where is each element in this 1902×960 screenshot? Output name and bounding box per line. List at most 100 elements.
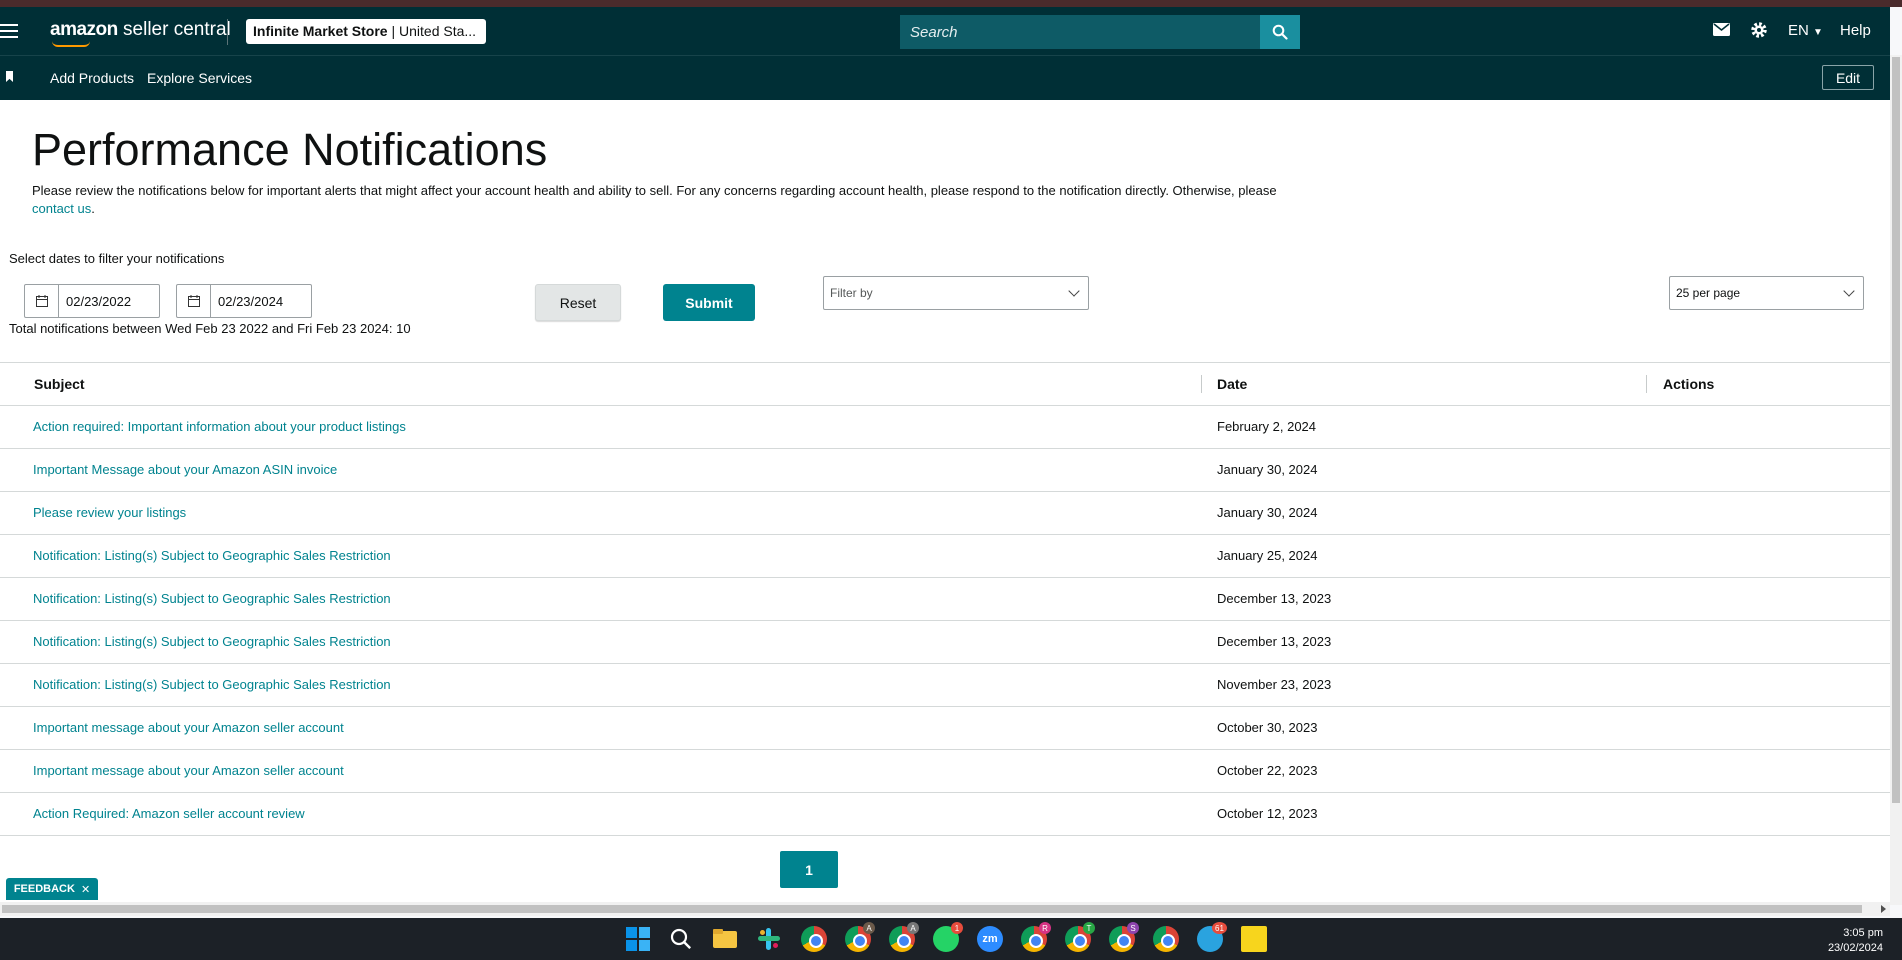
date-filter-label: Select dates to filter your notification… bbox=[9, 251, 225, 266]
page-intro: Please review the notifications below fo… bbox=[32, 183, 1277, 216]
caret-down-icon: ▼ bbox=[1813, 27, 1823, 38]
language-selector[interactable]: EN ▼ bbox=[1788, 22, 1823, 39]
search-icon bbox=[1272, 24, 1288, 40]
notification-subject-link[interactable]: Important message about your Amazon sell… bbox=[33, 720, 344, 735]
table-row: Important message about your Amazon sell… bbox=[0, 750, 1890, 793]
date-to-value[interactable]: 02/23/2024 bbox=[211, 285, 290, 317]
nav-add-products[interactable]: Add Products bbox=[50, 70, 134, 86]
help-link[interactable]: Help bbox=[1840, 22, 1871, 39]
scrollbar-thumb[interactable] bbox=[2, 905, 1862, 913]
table-row: Important message about your Amazon sell… bbox=[0, 707, 1890, 750]
contact-us-link[interactable]: contact us bbox=[32, 201, 91, 216]
file-explorer-icon[interactable] bbox=[712, 926, 738, 952]
filter-by-select[interactable]: Filter by bbox=[823, 276, 1089, 310]
date-from-value[interactable]: 02/23/2022 bbox=[59, 285, 138, 317]
table-row: Notification: Listing(s) Subject to Geog… bbox=[0, 621, 1890, 664]
calendar-icon[interactable] bbox=[177, 285, 211, 317]
notification-date: January 30, 2024 bbox=[1217, 462, 1318, 477]
table-row: Important Message about your Amazon ASIN… bbox=[0, 449, 1890, 492]
notification-date: December 13, 2023 bbox=[1217, 634, 1332, 649]
mail-icon[interactable] bbox=[1713, 23, 1730, 36]
notification-subject-link[interactable]: Please review your listings bbox=[33, 505, 186, 520]
nav-explore-services[interactable]: Explore Services bbox=[147, 70, 252, 86]
table-row: Notification: Listing(s) Subject to Geog… bbox=[0, 535, 1890, 578]
table-header: Subject Date Actions bbox=[0, 363, 1890, 406]
store-name: Infinite Market Store bbox=[253, 23, 388, 39]
search-bar bbox=[900, 15, 1300, 49]
table-row: Notification: Listing(s) Subject to Geog… bbox=[0, 578, 1890, 621]
notification-subject-link[interactable]: Notification: Listing(s) Subject to Geog… bbox=[33, 677, 391, 692]
submit-button[interactable]: Submit bbox=[663, 284, 755, 321]
total-notifications: Total notifications between Wed Feb 23 2… bbox=[9, 321, 411, 336]
scrollbar-thumb[interactable] bbox=[1892, 57, 1900, 803]
zoom-icon[interactable]: zm bbox=[977, 926, 1003, 952]
chrome-icon[interactable] bbox=[1153, 926, 1179, 952]
feedback-button[interactable]: FEEDBACK ✕ bbox=[6, 878, 98, 900]
chevron-down-icon bbox=[1068, 285, 1080, 297]
notification-date: January 25, 2024 bbox=[1217, 548, 1318, 563]
column-divider bbox=[1646, 375, 1647, 393]
notification-date: December 13, 2023 bbox=[1217, 591, 1332, 606]
notification-date: October 12, 2023 bbox=[1217, 806, 1318, 821]
notification-subject-link[interactable]: Important message about your Amazon sell… bbox=[33, 763, 344, 778]
table-row: Notification: Listing(s) Subject to Geog… bbox=[0, 664, 1890, 707]
notification-date: October 22, 2023 bbox=[1217, 763, 1318, 778]
notification-subject-link[interactable]: Important Message about your Amazon ASIN… bbox=[33, 462, 337, 477]
notification-subject-link[interactable]: Notification: Listing(s) Subject to Geog… bbox=[33, 591, 391, 606]
search-input[interactable] bbox=[900, 15, 1260, 49]
sticky-notes-icon[interactable] bbox=[1241, 926, 1267, 952]
chrome-icon[interactable]: S bbox=[1109, 922, 1139, 952]
calendar-icon[interactable] bbox=[25, 285, 59, 317]
notifications-table: Subject Date Actions Action required: Im… bbox=[0, 362, 1890, 836]
notification-date: October 30, 2023 bbox=[1217, 720, 1318, 735]
gear-icon[interactable] bbox=[1750, 21, 1768, 39]
notification-subject-link[interactable]: Notification: Listing(s) Subject to Geog… bbox=[33, 548, 391, 563]
date-to-field[interactable]: 02/23/2024 bbox=[176, 284, 312, 318]
divider bbox=[227, 19, 228, 45]
slack-icon[interactable] bbox=[756, 926, 782, 952]
notification-date: February 2, 2024 bbox=[1217, 419, 1317, 434]
column-header-subject[interactable]: Subject bbox=[34, 376, 85, 392]
browser-frame-top bbox=[0, 0, 1902, 7]
date-from-field[interactable]: 02/23/2022 bbox=[24, 284, 160, 318]
telegram-icon[interactable]: 61 bbox=[1197, 922, 1227, 952]
column-header-actions: Actions bbox=[1663, 376, 1715, 392]
table-row: Action required: Important information a… bbox=[0, 406, 1890, 449]
main-content: Performance Notifications Please review … bbox=[0, 100, 1890, 905]
notification-subject-link[interactable]: Notification: Listing(s) Subject to Geog… bbox=[33, 634, 391, 649]
chrome-icon[interactable]: T bbox=[1065, 922, 1095, 952]
seller-central-logo[interactable]: amazon seller central bbox=[50, 19, 231, 47]
page-title: Performance Notifications bbox=[32, 124, 548, 175]
notification-subject-link[interactable]: Action required: Important information a… bbox=[33, 419, 406, 434]
per-page-select[interactable]: 25 per page bbox=[1669, 276, 1864, 310]
notification-subject-link[interactable]: Action Required: Amazon seller account r… bbox=[33, 806, 305, 821]
chrome-icon[interactable]: A bbox=[845, 922, 875, 952]
windows-taskbar: A A 1 zm R T S 61 3:05 pm 23/02/2024 bbox=[0, 918, 1902, 960]
store-region: | United Sta... bbox=[387, 23, 477, 39]
amazon-smile-icon bbox=[52, 41, 90, 47]
whatsapp-icon[interactable]: 1 bbox=[933, 922, 963, 952]
horizontal-scrollbar[interactable] bbox=[0, 902, 1890, 916]
hamburger-menu-icon[interactable] bbox=[0, 24, 18, 38]
chrome-icon[interactable] bbox=[801, 926, 827, 952]
chrome-icon[interactable]: A bbox=[889, 922, 919, 952]
notification-date: November 23, 2023 bbox=[1217, 677, 1332, 692]
search-button[interactable] bbox=[1260, 15, 1300, 49]
navigation-bar: Add Products Explore Services Edit bbox=[0, 55, 1890, 100]
vertical-scrollbar[interactable] bbox=[1890, 55, 1902, 905]
top-header: amazon seller central Infinite Market St… bbox=[0, 7, 1890, 55]
store-selector[interactable]: Infinite Market Store | United Sta... bbox=[246, 19, 486, 44]
windows-start-icon[interactable] bbox=[625, 926, 651, 952]
table-row: Action Required: Amazon seller account r… bbox=[0, 793, 1890, 836]
close-icon[interactable]: ✕ bbox=[81, 883, 90, 896]
bookmark-icon[interactable] bbox=[6, 71, 13, 82]
scroll-right-arrow-icon[interactable] bbox=[1881, 905, 1886, 913]
column-divider bbox=[1201, 375, 1202, 393]
column-header-date[interactable]: Date bbox=[1217, 376, 1247, 392]
chrome-icon[interactable]: R bbox=[1021, 922, 1051, 952]
reset-button[interactable]: Reset bbox=[535, 284, 621, 321]
system-clock[interactable]: 3:05 pm 23/02/2024 bbox=[1820, 926, 1883, 956]
search-icon[interactable] bbox=[668, 926, 694, 952]
pagination-page-1[interactable]: 1 bbox=[780, 851, 838, 888]
edit-button[interactable]: Edit bbox=[1822, 65, 1874, 90]
